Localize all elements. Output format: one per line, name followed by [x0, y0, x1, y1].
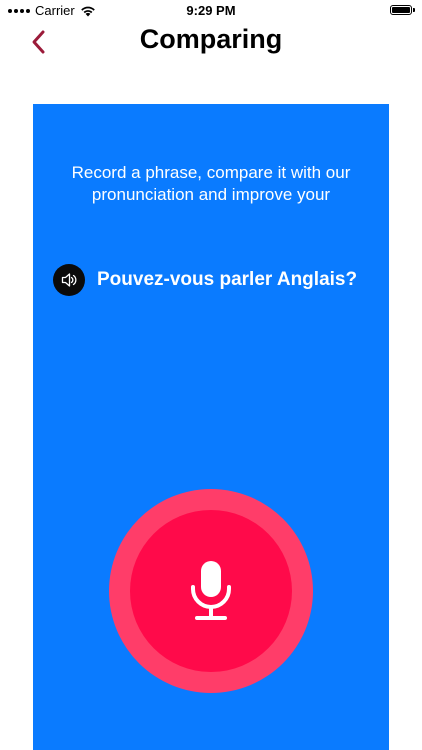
comparing-card: Record a phrase, compare it with our pro…	[33, 104, 389, 750]
comparing-screen: Carrier 9:29 PM Comparing Record a phras…	[0, 0, 422, 750]
record-button[interactable]	[109, 489, 313, 693]
instruction-text: Record a phrase, compare it with our pro…	[71, 163, 351, 204]
page-title: Comparing	[139, 24, 283, 54]
battery-icon	[390, 5, 415, 15]
status-bar: Carrier 9:29 PM	[0, 0, 422, 22]
nav-bar: Comparing	[0, 22, 422, 62]
phrase-text: Pouvez-vous parler Anglais?	[97, 269, 358, 290]
phrase-row: Pouvez-vous parler Anglais?	[53, 264, 357, 296]
microphone-icon	[191, 561, 231, 620]
play-phrase-button[interactable]	[53, 264, 85, 296]
record-button-inner	[130, 510, 292, 672]
speaker-icon	[61, 273, 77, 287]
status-time: 9:29 PM	[186, 3, 236, 18]
